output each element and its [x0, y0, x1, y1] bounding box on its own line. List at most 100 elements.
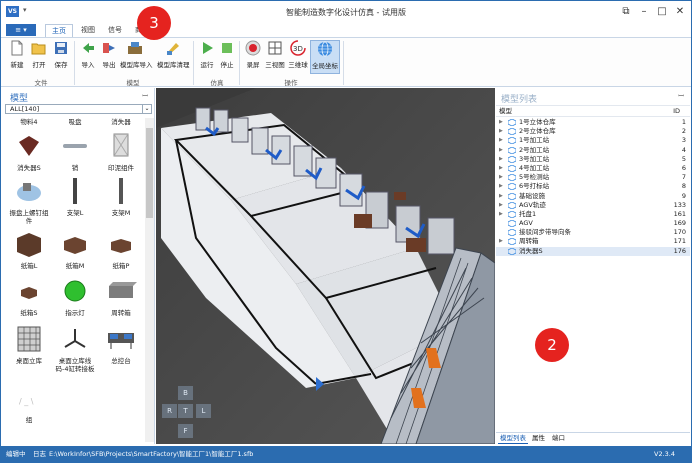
three-view-label: 三视图	[265, 61, 285, 69]
list-item[interactable]: 印泥组件	[99, 130, 143, 172]
list-item[interactable]: 纸箱L	[7, 228, 51, 270]
stop-icon	[222, 43, 232, 53]
list-item[interactable]: 总控台	[99, 323, 143, 365]
list-item[interactable]: 纸箱S	[7, 275, 51, 317]
item-label: 纸箱P	[112, 262, 130, 270]
record-button[interactable]: 录屏	[241, 40, 265, 74]
expand-arrow-icon[interactable]: ▶	[499, 201, 503, 210]
list-item[interactable]: 消失器S	[7, 130, 51, 172]
3d-viewport[interactable]: B R T L F	[156, 88, 495, 444]
row-id: 1	[681, 118, 686, 126]
export-button[interactable]: 导出	[97, 40, 121, 74]
tab-view[interactable]: 视图	[75, 24, 101, 37]
list-item[interactable]: 纸箱P	[99, 228, 143, 270]
item-label: 周转箱	[111, 309, 131, 317]
list-item[interactable]: 桌面立库	[7, 323, 51, 365]
table-row[interactable]: ▶ 1号立体仓库 1	[496, 118, 690, 127]
scrollbar-thumb[interactable]	[146, 128, 153, 218]
close-icon[interactable]: ✕	[671, 4, 689, 19]
item-label: 支架M	[111, 209, 131, 217]
table-row-selected[interactable]: 消失器S 176	[496, 246, 690, 256]
pin-icon[interactable]: ꟷ	[678, 92, 684, 101]
cube-icon	[508, 210, 516, 218]
list-item[interactable]: 桌面立库线码-4缸转接板	[53, 323, 97, 373]
item-label: 印泥组件	[108, 164, 134, 172]
list-item[interactable]: 销	[53, 130, 97, 172]
table-row[interactable]: ▶ 5号检测站 7	[496, 173, 690, 182]
table-row[interactable]: ▶ 6号打标站 8	[496, 182, 690, 191]
list-item[interactable]: 纸箱M	[53, 228, 97, 270]
library-clean-button[interactable]: 模型库清理	[157, 40, 190, 74]
view-back-button[interactable]: B	[178, 386, 193, 400]
table-row[interactable]: ▶ AGV轨迹 133	[496, 201, 690, 210]
table-row[interactable]: ▶ 2号立体仓库 2	[496, 127, 690, 136]
save-button[interactable]: 保存	[49, 40, 73, 74]
view-front-button[interactable]: F	[178, 424, 193, 438]
expand-arrow-icon[interactable]: ▶	[499, 136, 503, 145]
tab-properties[interactable]: 属性	[530, 433, 547, 444]
view-right-button[interactable]: R	[162, 404, 177, 418]
new-button[interactable]: 新建	[5, 40, 29, 74]
table-row[interactable]: ▶ 托盘1 161	[496, 210, 690, 219]
expand-arrow-icon[interactable]: ▶	[499, 146, 503, 155]
list-item[interactable]: 支架L	[53, 175, 97, 217]
cube-icon	[508, 137, 516, 145]
list-item[interactable]: 支架M	[99, 175, 143, 217]
expand-arrow-icon[interactable]: ▶	[499, 210, 503, 219]
row-name: 3号加工站	[519, 154, 550, 163]
category-filter-select[interactable]: ALL[140] ⌄	[5, 104, 152, 114]
table-row[interactable]: ▶ 1号加工站 3	[496, 136, 690, 145]
3d-ball-button[interactable]: 3D 三维球	[286, 40, 310, 74]
expand-arrow-icon[interactable]: ▶	[499, 192, 503, 201]
list-item[interactable]: 指示灯	[53, 275, 97, 317]
list-item[interactable]: 振盘上螺钉组件	[7, 175, 51, 225]
expand-arrow-icon[interactable]: ▶	[499, 237, 503, 246]
list-item[interactable]: 物料4	[7, 118, 51, 126]
restore-help-icon[interactable]: ⧉	[617, 4, 635, 19]
scrollbar[interactable]	[145, 118, 154, 442]
table-row[interactable]: AGV 169	[496, 219, 690, 228]
list-item[interactable]: 周转箱	[99, 275, 143, 317]
expand-arrow-icon[interactable]: ▶	[499, 155, 503, 164]
list-item[interactable]: / _ \ 组	[7, 382, 51, 424]
table-row[interactable]: ▶ 周转箱 171	[496, 237, 690, 246]
open-button[interactable]: 打开	[27, 40, 51, 74]
expand-arrow-icon[interactable]: ▶	[499, 164, 503, 173]
tab-signal[interactable]: 信号	[102, 24, 128, 37]
view-left-button[interactable]: L	[196, 404, 211, 418]
global-coord-button[interactable]: 全局坐标	[310, 40, 340, 74]
stop-button[interactable]: 停止	[215, 40, 239, 74]
cube-icon	[508, 247, 516, 255]
row-name: 基础设施	[519, 191, 545, 200]
table-row[interactable]: ▶ 4号加工站 6	[496, 164, 690, 173]
tab-home[interactable]: 主页	[45, 24, 73, 37]
cube-icon	[508, 183, 516, 191]
list-item[interactable]: 吸盘	[53, 118, 97, 126]
row-id: 3	[681, 136, 686, 145]
table-row[interactable]: ▶ 3号加工站 5	[496, 155, 690, 164]
view-top-button[interactable]: T	[178, 404, 193, 418]
pin-icon[interactable]: ꟷ	[142, 92, 148, 101]
tab-model-list[interactable]: 模型列表	[498, 433, 528, 444]
group-label-simulation: 仿真	[210, 79, 224, 87]
library-import-button[interactable]: 模型库导入	[120, 40, 153, 74]
maximize-icon[interactable]: □	[653, 4, 671, 19]
table-row[interactable]: ▶ 2号加工站 4	[496, 146, 690, 155]
file-menu-button[interactable]: ≡ ▾	[6, 24, 36, 36]
minimize-icon[interactable]: –	[635, 4, 653, 19]
tab-ports[interactable]: 端口	[550, 433, 567, 444]
expand-arrow-icon[interactable]: ▶	[499, 118, 503, 127]
list-item[interactable]: 消失器	[99, 118, 143, 126]
expand-arrow-icon[interactable]: ▶	[499, 182, 503, 191]
table-row[interactable]: ▶ 基础设施 9	[496, 192, 690, 201]
expand-arrow-icon[interactable]: ▶	[499, 173, 503, 182]
three-view-button[interactable]: 三视图	[263, 40, 287, 74]
expand-arrow-icon[interactable]: ▶	[499, 127, 503, 136]
column-header-model[interactable]: 模型	[499, 106, 512, 117]
bottom-tabs: 模型列表 属性 端口	[496, 432, 690, 444]
cube-icon	[508, 155, 516, 163]
status-log-button[interactable]: 日志	[33, 446, 46, 462]
item-label: 消失器S	[17, 164, 41, 172]
column-header-id[interactable]: ID	[673, 106, 680, 117]
chevron-down-icon[interactable]: ⌄	[142, 105, 151, 113]
